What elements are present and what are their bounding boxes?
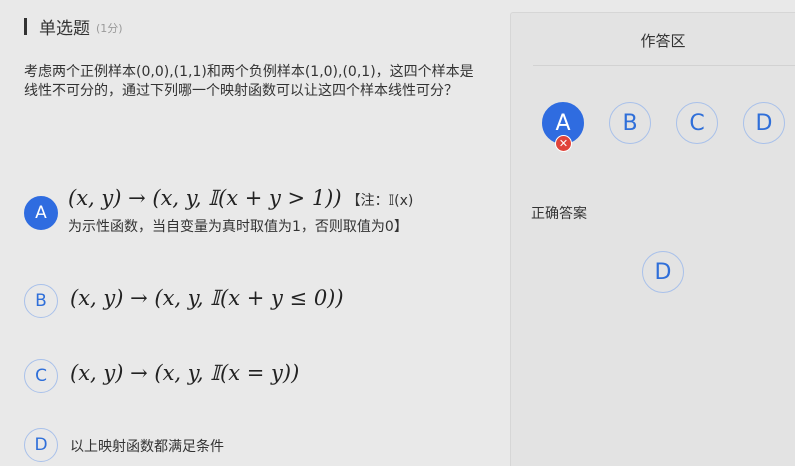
correct-answer-badge: D (642, 251, 684, 293)
option-a-badge[interactable]: A (24, 196, 58, 230)
option-a-formula: (x, y) → (x, y, 𝕀(x + y > 1)) (68, 186, 342, 210)
option-a[interactable]: A (x, y) → (x, y, 𝕀(x + y > 1)) 【注：𝕀(x) … (24, 186, 413, 236)
answer-choice-c[interactable]: C (676, 102, 718, 144)
wrong-answer-icon: ✕ (555, 135, 572, 152)
question-text: 考虑两个正例样本(0,0),(1,1)和两个负例样本(1,0),(0,1)，这四… (24, 64, 474, 99)
question-type-title: 单选题 (39, 18, 90, 39)
option-b-formula: (x, y) → (x, y, 𝕀(x + y ≤ 0)) (70, 286, 344, 310)
answer-panel: 作答区 A ✕ B C D 正确答案 D (510, 12, 795, 466)
correct-answer-label: 正确答案 (531, 206, 587, 222)
option-c[interactable]: C (x, y) → (x, y, 𝕀(x = y)) (24, 359, 299, 393)
answer-choice-b[interactable]: B (609, 102, 651, 144)
option-d-badge[interactable]: D (24, 428, 58, 462)
header-accent-bar (24, 17, 27, 35)
option-d-text: 以上映射函数都满足条件 (70, 439, 224, 455)
option-b[interactable]: B (x, y) → (x, y, 𝕀(x + y ≤ 0)) (24, 284, 344, 318)
option-d[interactable]: D 以上映射函数都满足条件 (24, 428, 224, 462)
answer-panel-divider (533, 65, 795, 66)
answer-choice-d[interactable]: D (743, 102, 785, 144)
answer-panel-title: 作答区 (640, 32, 686, 50)
question-header: 单选题 (1分) (24, 14, 123, 39)
option-c-formula: (x, y) → (x, y, 𝕀(x = y)) (70, 361, 300, 385)
option-a-note-continued: 为示性函数，当自变量为真时取值为1，否则取值为0】 (68, 219, 408, 235)
question-score: (1分) (96, 21, 123, 35)
option-c-badge[interactable]: C (24, 359, 58, 393)
option-a-note: 【注：𝕀(x) (346, 193, 414, 209)
option-b-badge[interactable]: B (24, 284, 58, 318)
